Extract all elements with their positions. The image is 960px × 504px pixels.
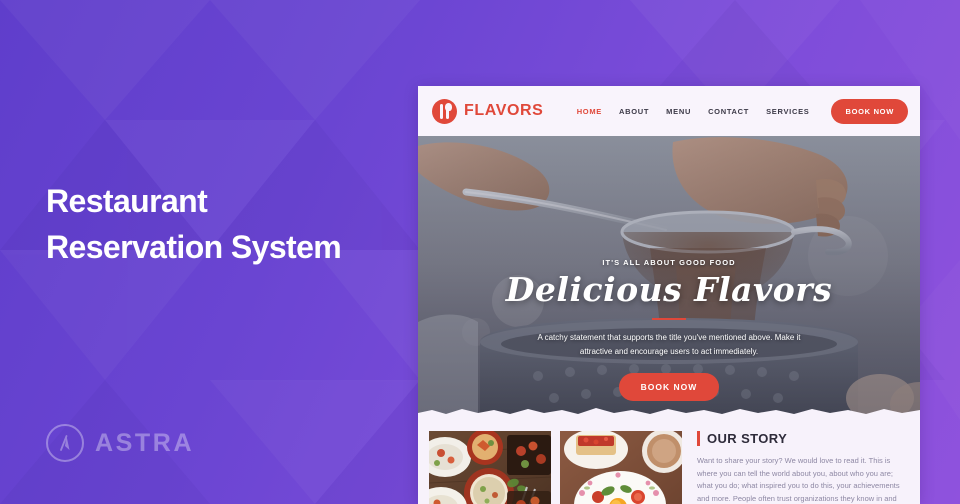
hero-lede: A catchy statement that supports the tit… bbox=[537, 333, 801, 356]
overhead-table-photo bbox=[429, 431, 551, 504]
story-text-block: OUR STORY Want to share your story? We w… bbox=[691, 431, 907, 504]
site-header: FLAVORS HOME ABOUT MENU CONTACT SERVICES… bbox=[418, 86, 920, 136]
nav-item-about[interactable]: ABOUT bbox=[619, 107, 649, 116]
promo-headline: Restaurant Reservation System bbox=[46, 178, 406, 270]
site-nav: HOME ABOUT MENU CONTACT SERVICES BOOK NO… bbox=[577, 98, 908, 124]
astra-a-glyph-icon bbox=[60, 435, 70, 451]
astra-logo-icon bbox=[46, 424, 84, 462]
story-image-1 bbox=[429, 431, 551, 504]
hero-copy: IT'S ALL ABOUT GOOD FOOD Delicious Flavo… bbox=[418, 258, 920, 401]
astra-wordmark: ASTRA bbox=[95, 428, 195, 457]
astra-logo: ASTRA bbox=[46, 424, 194, 462]
story-heading-label: OUR STORY bbox=[707, 431, 788, 446]
nav-item-contact[interactable]: CONTACT bbox=[708, 107, 749, 116]
hero-section: IT'S ALL ABOUT GOOD FOOD Delicious Flavo… bbox=[418, 136, 920, 418]
site-brand[interactable]: FLAVORS bbox=[432, 98, 544, 124]
hero-book-now-button[interactable]: BOOK NOW bbox=[618, 373, 720, 401]
promo-headline-line-1: Restaurant bbox=[46, 183, 208, 219]
nav-item-services[interactable]: SERVICES bbox=[766, 107, 809, 116]
story-heading-accent-bar bbox=[697, 431, 700, 446]
breakfast-plate-photo bbox=[560, 431, 682, 504]
nav-item-home[interactable]: HOME bbox=[577, 107, 602, 116]
hero-title: Delicious Flavors bbox=[505, 270, 833, 309]
site-brand-name: FLAVORS bbox=[464, 102, 544, 119]
promo-headline-line-2: Reservation System bbox=[46, 229, 342, 265]
hero-torn-edge bbox=[418, 405, 920, 418]
nav-item-menu[interactable]: MENU bbox=[666, 107, 691, 116]
website-preview-panel: FLAVORS HOME ABOUT MENU CONTACT SERVICES… bbox=[418, 86, 920, 504]
story-image-2 bbox=[560, 431, 682, 504]
hero-eyebrow: IT'S ALL ABOUT GOOD FOOD bbox=[602, 258, 736, 267]
hero-divider bbox=[652, 318, 686, 320]
header-book-now-button[interactable]: BOOK NOW bbox=[831, 98, 908, 124]
story-body-text: Want to share your story? We would love … bbox=[697, 456, 900, 503]
torn-paper-shape bbox=[418, 408, 920, 418]
story-section: OUR STORY Want to share your story? We w… bbox=[418, 418, 920, 504]
fork-spoon-circle-icon bbox=[432, 98, 457, 124]
story-heading: OUR STORY bbox=[697, 431, 907, 446]
